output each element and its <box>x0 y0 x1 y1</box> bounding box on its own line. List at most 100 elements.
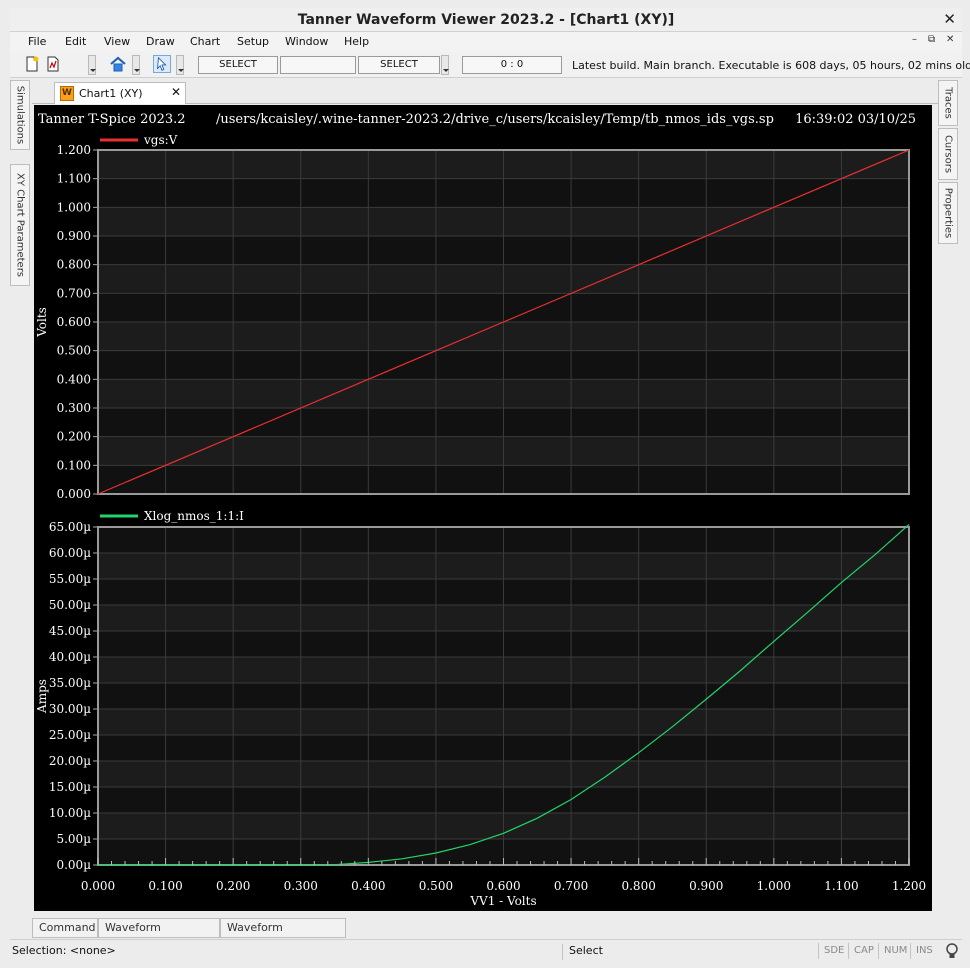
indicator-num: NUM <box>878 943 907 959</box>
toolbar-dropdown-3[interactable] <box>176 55 184 75</box>
select-combo-field[interactable]: SELECT <box>358 56 440 74</box>
y-tick-label: 0.700 <box>57 286 91 300</box>
y-tick-label: 60.00µ <box>49 546 91 560</box>
close-tab-icon[interactable]: ✕ <box>171 85 181 99</box>
tab-waveform-calculator[interactable]: Waveform Calculator <box>98 918 220 952</box>
y-tick-label: 0.100 <box>57 458 91 472</box>
legend-label: vgs:V <box>143 133 178 147</box>
mdi-minimize-button[interactable]: – <box>912 34 917 45</box>
y-tick-label: 25.00µ <box>49 728 91 742</box>
open-waveform-icon[interactable] <box>44 55 62 73</box>
x-tick-label: 0.700 <box>554 879 588 893</box>
y-tick-label: 1.200 <box>57 143 91 157</box>
y-tick-label: 0.900 <box>57 229 91 243</box>
x-tick-label: 0.600 <box>486 879 520 893</box>
tab-xy-chart-parameters-label: XY Chart Parameters <box>14 172 26 278</box>
mode-status: Select <box>562 944 603 960</box>
selection-status: Selection: <none> <box>12 944 116 957</box>
x-tick-label: 0.800 <box>621 879 655 893</box>
y-tick-label: 15.00µ <box>49 780 91 794</box>
y-tick-label: 5.00µ <box>56 832 91 846</box>
y-tick-label: 20.00µ <box>49 754 91 768</box>
left-panel-strip: Simulations XY Chart Parameters <box>10 78 30 938</box>
legend-label: Xlog_nmos_1:1:I <box>144 509 244 523</box>
cursor-coords-field: 0 : 0 <box>462 56 562 74</box>
tab-waveform-comparison[interactable]: Waveform Comparison <box>220 918 346 952</box>
tab-chart1-xy-label: Chart1 (XY) <box>79 87 143 100</box>
select-pointer-icon[interactable] <box>153 55 171 73</box>
toolbar-dropdown-1[interactable] <box>88 55 96 75</box>
y-tick-label: 0.200 <box>57 430 91 444</box>
menu-view[interactable]: View <box>104 35 130 48</box>
new-document-icon[interactable] <box>23 55 41 73</box>
y-tick-label: 55.00µ <box>49 572 91 586</box>
tab-cursors-label: Cursors <box>942 134 954 174</box>
tab-properties-label: Properties <box>942 187 954 239</box>
mdi-restore-button[interactable]: ⧉ <box>928 34 935 45</box>
x-tick-label: 0.200 <box>216 879 250 893</box>
x-tick-label: 0.500 <box>419 879 453 893</box>
tab-command[interactable]: Command <box>32 918 98 938</box>
menu-chart[interactable]: Chart <box>190 35 220 48</box>
y-axis-label: Amps <box>35 679 49 714</box>
tab-simulations[interactable]: Simulations <box>10 80 30 150</box>
y-tick-label: 1.100 <box>57 172 91 186</box>
y-tick-label: 0.600 <box>57 315 91 329</box>
chart-header-tool: Tanner T-Spice 2023.2 <box>38 112 186 127</box>
menu-setup[interactable]: Setup <box>237 35 269 48</box>
y-tick-label: 30.00µ <box>49 702 91 716</box>
x-axis-label: VV1 - Volts <box>469 894 536 908</box>
toolbar-dropdown-2[interactable] <box>132 55 140 75</box>
tab-cursors[interactable]: Cursors <box>938 128 958 180</box>
x-tick-label: 1.200 <box>892 879 926 893</box>
tab-properties[interactable]: Properties <box>938 182 958 244</box>
y-tick-label: 0.500 <box>57 344 91 358</box>
document-tab-bar: W Chart1 (XY) ✕ <box>32 80 938 104</box>
waveform-doc-icon: W <box>60 86 74 101</box>
x-tick-label: 1.100 <box>824 879 858 893</box>
y-tick-label: 0.800 <box>57 258 91 272</box>
tab-traces-label: Traces <box>942 87 954 119</box>
toolbar-empty-field[interactable] <box>280 56 356 74</box>
y-tick-label: 1.000 <box>57 200 91 214</box>
chart-area[interactable]: Tanner T-Spice 2023.2 /users/kcaisley/.w… <box>34 105 932 911</box>
y-tick-label: 40.00µ <box>49 650 91 664</box>
menu-bar: File Edit View Draw Chart Setup Window H… <box>10 32 962 52</box>
y-tick-label: 35.00µ <box>49 676 91 690</box>
indicator-ins: INS <box>910 943 933 959</box>
home-icon[interactable] <box>109 55 127 73</box>
menu-edit[interactable]: Edit <box>65 35 86 48</box>
select-mode-field[interactable]: SELECT <box>198 56 278 74</box>
waveform-chart[interactable]: Tanner T-Spice 2023.2 /users/kcaisley/.w… <box>34 105 932 911</box>
menu-draw[interactable]: Draw <box>146 35 175 48</box>
y-axis-label: Volts <box>35 307 49 338</box>
menu-window[interactable]: Window <box>285 35 328 48</box>
menu-help[interactable]: Help <box>344 35 369 48</box>
x-tick-label: 0.900 <box>689 879 723 893</box>
chart-header-timestamp: 16:39:02 03/10/25 <box>795 112 916 127</box>
y-tick-label: 0.300 <box>57 401 91 415</box>
select-combo-dropdown[interactable] <box>441 55 449 75</box>
tab-simulations-label: Simulations <box>14 85 26 145</box>
y-tick-label: 45.00µ <box>49 624 91 638</box>
tab-chart1-xy[interactable]: W Chart1 (XY) ✕ <box>54 82 186 104</box>
window-close-button[interactable]: ✕ <box>943 10 956 28</box>
tab-traces[interactable]: Traces <box>938 80 958 126</box>
indicator-sde: SDE <box>818 943 844 959</box>
menu-file[interactable]: File <box>28 35 46 48</box>
y-tick-label: 0.400 <box>57 372 91 386</box>
y-tick-label: 0.00µ <box>56 858 91 872</box>
y-tick-label: 0.000 <box>57 487 91 501</box>
x-tick-label: 0.100 <box>148 879 182 893</box>
indicator-cap: CAP <box>848 943 874 959</box>
x-tick-label: 0.400 <box>351 879 385 893</box>
tab-xy-chart-parameters[interactable]: XY Chart Parameters <box>10 164 30 286</box>
x-tick-label: 0.300 <box>284 879 318 893</box>
build-status-text: Latest build. Main branch. Executable is… <box>572 59 970 72</box>
lightbulb-icon[interactable] <box>944 942 960 960</box>
y-tick-label: 65.00µ <box>49 520 91 534</box>
mdi-close-button[interactable]: ✕ <box>946 34 954 45</box>
window-title: Tanner Waveform Viewer 2023.2 - [Chart1 … <box>297 12 675 28</box>
chart-header-path: /users/kcaisley/.wine-tanner-2023.2/driv… <box>216 112 774 127</box>
status-bar: Selection: <none> Select SDE CAP NUM INS <box>10 939 962 961</box>
